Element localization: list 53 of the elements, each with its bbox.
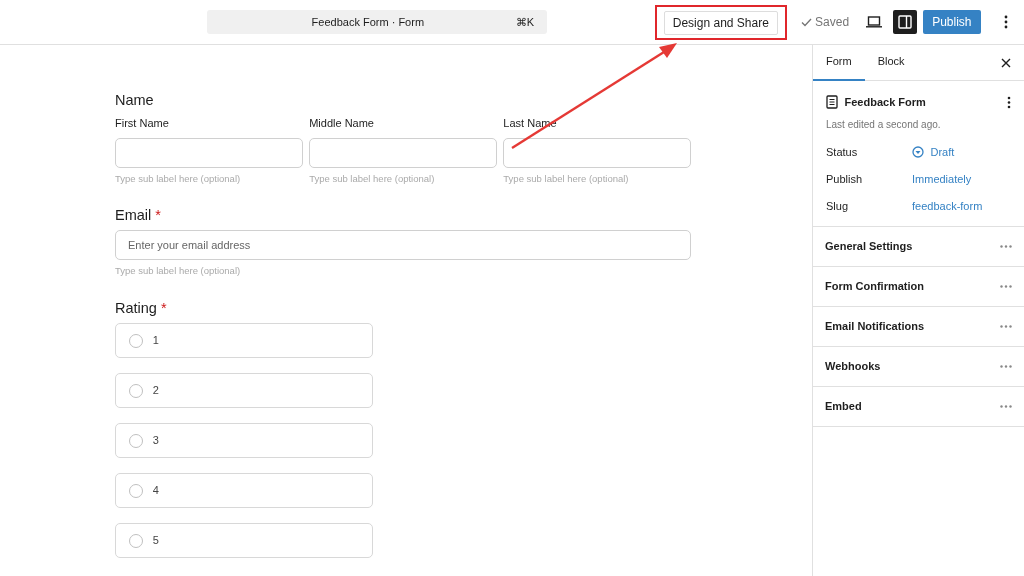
form-title: Feedback Form	[844, 95, 926, 110]
required-mark: *	[160, 300, 167, 316]
document-icon	[826, 95, 838, 110]
settings-section[interactable]: Embed	[813, 386, 1024, 426]
document-title: Feedback Form · Form	[310, 14, 426, 30]
design-share-button[interactable]: Design and Share	[663, 10, 778, 35]
input-field[interactable]	[115, 137, 303, 168]
radio-option[interactable]: 1	[115, 323, 373, 358]
radio-option[interactable]: 3	[115, 423, 373, 458]
last-edited-text: Last edited a second ago.	[826, 118, 942, 132]
help-text: Type sub label here (optional)	[503, 171, 630, 186]
sidebar-tab[interactable]: Block	[864, 44, 918, 81]
setting-label: Publish	[826, 171, 864, 187]
help-text: Type sub label here (optional)	[115, 264, 242, 279]
settings-section[interactable]: General Settings	[813, 226, 1024, 266]
saved-status: Saved	[800, 13, 850, 31]
more-icon[interactable]	[1000, 245, 1012, 248]
radio-option[interactable]: 2	[115, 373, 373, 408]
more-icon[interactable]	[1000, 365, 1012, 368]
setting-label: Slug	[826, 198, 850, 214]
radio-option[interactable]: 5	[115, 523, 373, 558]
command-bar[interactable]: Feedback Form · Form ⌘K	[207, 10, 547, 34]
required-mark: *	[155, 207, 161, 224]
input-field[interactable]	[503, 137, 691, 168]
sub-label: Middle Name	[309, 116, 375, 131]
field-label: Name	[115, 91, 155, 110]
radio-option[interactable]: 4	[115, 473, 373, 508]
more-options-icon[interactable]	[1007, 95, 1011, 109]
sidebar-panel-icon	[897, 15, 912, 29]
sidebar-toggle-button[interactable]	[892, 10, 917, 34]
more-icon[interactable]	[1000, 325, 1012, 328]
help-text: Type sub label here (optional)	[115, 171, 242, 186]
publish-button[interactable]: Publish	[923, 10, 981, 34]
shortcut-hint: ⌘K	[515, 14, 534, 30]
input-field[interactable]	[309, 137, 497, 168]
settings-section[interactable]: Webhooks	[813, 346, 1024, 386]
field-label: Rating *	[115, 299, 168, 318]
setting-link[interactable]: feedback-form	[912, 197, 983, 215]
settings-section[interactable]: Form Confirmation	[813, 266, 1024, 306]
sidebar-tab[interactable]: Form	[813, 44, 865, 81]
setting-link[interactable]: Immediately	[912, 170, 972, 188]
help-text: Type sub label here (optional)	[309, 171, 436, 186]
laptop-icon	[866, 16, 883, 28]
setting-label: Status	[826, 144, 859, 160]
email-field[interactable]: Enter your email address	[115, 230, 691, 261]
settings-section[interactable]: Email Notifications	[813, 306, 1024, 346]
field-label: Email *	[115, 206, 162, 226]
more-icon[interactable]	[1000, 285, 1012, 288]
check-icon	[800, 17, 812, 27]
status-link[interactable]: Draft	[912, 143, 955, 161]
sub-label: First Name	[115, 116, 170, 131]
status-icon	[912, 146, 924, 158]
more-icon[interactable]	[1000, 405, 1012, 408]
